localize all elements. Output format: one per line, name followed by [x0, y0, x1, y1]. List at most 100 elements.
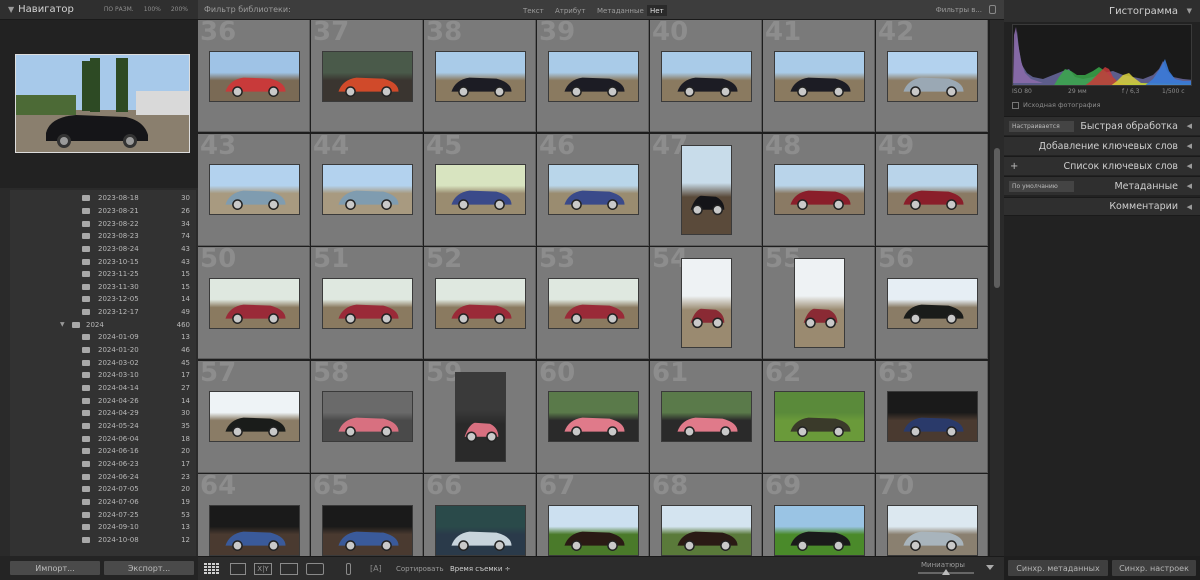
grid-cell[interactable]: 67 [537, 474, 649, 556]
comments-section[interactable]: Комментарии ◀ [1004, 197, 1200, 216]
grid-cell[interactable]: 66 [424, 474, 536, 556]
photo-thumbnail[interactable] [773, 504, 865, 556]
survey-view-icon[interactable] [280, 563, 298, 575]
lock-icon[interactable] [989, 5, 996, 14]
zoom-100-option[interactable]: 100% [144, 6, 161, 13]
expand-triangle-icon[interactable]: ◀ [1187, 162, 1192, 170]
zoom-fit-option[interactable]: ПО РАЗМ. [104, 6, 134, 13]
grid-cell[interactable]: 39 [537, 20, 649, 132]
photo-thumbnail[interactable] [547, 164, 639, 215]
photo-thumbnail[interactable] [208, 277, 300, 329]
photo-thumbnail[interactable] [208, 391, 300, 442]
grid-cell[interactable]: 44 [311, 133, 423, 246]
filter-presets-dropdown[interactable]: Фильтры в... [936, 6, 982, 14]
grid-cell[interactable]: 46 [537, 133, 649, 246]
photo-thumbnail[interactable] [434, 164, 526, 215]
toolbar-menu-chevron-icon[interactable] [986, 565, 994, 570]
grid-scrollbar[interactable] [990, 20, 1004, 556]
folder-row[interactable]: 2023-08-21 26 [10, 205, 196, 218]
folder-row[interactable]: 2024-06-04 18 [10, 432, 196, 445]
grid-cell[interactable]: 42 [876, 20, 988, 132]
folder-row[interactable]: 2023-08-18 30 [10, 192, 196, 205]
grid-cell[interactable]: 58 [311, 360, 423, 473]
photo-thumbnail[interactable] [660, 391, 752, 442]
filter-tab-none[interactable]: Нет [647, 5, 667, 16]
photo-thumbnail[interactable] [773, 391, 865, 442]
keyword-list-section[interactable]: + Список ключевых слов ◀ [1004, 156, 1200, 175]
photo-thumbnail[interactable] [660, 50, 752, 102]
grid-cell[interactable]: 45 [424, 133, 536, 246]
collapse-triangle-icon[interactable]: ▼ [1187, 7, 1192, 15]
folder-row[interactable]: 2023-08-22 34 [10, 217, 196, 230]
add-keyword-plus-icon[interactable]: + [1010, 161, 1018, 172]
grid-cell[interactable]: 61 [650, 360, 762, 473]
photo-thumbnail[interactable] [886, 277, 978, 329]
folder-row[interactable]: 2023-10-15 43 [10, 255, 196, 268]
loupe-view-icon[interactable] [230, 563, 246, 575]
folder-row[interactable]: 2023-12-17 49 [10, 306, 196, 319]
grid-cell[interactable]: 59 [424, 360, 536, 473]
photo-thumbnail[interactable] [208, 50, 300, 102]
grid-cell[interactable]: 68 [650, 474, 762, 556]
navigator-thumbnail[interactable] [15, 54, 190, 153]
scrollbar-thumb[interactable] [994, 148, 1000, 288]
photo-thumbnail[interactable] [434, 504, 526, 556]
histogram-chart[interactable] [1012, 24, 1192, 86]
photo-thumbnail[interactable] [321, 50, 413, 102]
grid-cell[interactable]: 63 [876, 360, 988, 473]
folder-row[interactable]: 2024-06-24 23 [10, 470, 196, 483]
photo-thumbnail[interactable] [547, 391, 639, 442]
export-button[interactable]: Экспорт... [104, 561, 194, 575]
grid-cell[interactable]: 50 [198, 247, 310, 359]
quick-develop-preset-dropdown[interactable]: Настраивается [1009, 121, 1074, 132]
expand-triangle-icon[interactable]: ◀ [1187, 182, 1192, 190]
grid-cell[interactable]: 36 [198, 20, 310, 132]
navigator-header[interactable]: ▼ Навигатор ПО РАЗМ. 100% 200% [0, 0, 198, 20]
grid-cell[interactable]: 60 [537, 360, 649, 473]
grid-cell[interactable]: 70 [876, 474, 988, 556]
photo-thumbnail[interactable] [321, 504, 413, 556]
photo-thumbnail[interactable] [547, 504, 639, 556]
folder-row[interactable]: 2023-08-23 74 [10, 230, 196, 243]
photo-thumbnail[interactable] [434, 50, 526, 102]
folder-row[interactable]: 2024-04-14 27 [10, 382, 196, 395]
grid-cell[interactable]: 48 [763, 133, 875, 246]
photo-thumbnail[interactable] [886, 164, 978, 215]
grid-cell[interactable]: 64 [198, 474, 310, 556]
folder-row[interactable]: 2023-11-30 15 [10, 281, 196, 294]
grid-cell[interactable]: 37 [311, 20, 423, 132]
folder-row[interactable]: 2024-05-24 35 [10, 420, 196, 433]
photo-thumbnail[interactable] [434, 277, 526, 329]
photo-thumbnail[interactable] [547, 50, 639, 102]
expand-triangle-icon[interactable]: ▼ [60, 321, 65, 328]
grid-cell[interactable]: 43 [198, 133, 310, 246]
photo-thumbnail[interactable] [208, 504, 300, 556]
grid-cell[interactable]: 55 [763, 247, 875, 359]
photo-thumbnail[interactable] [208, 164, 300, 215]
photo-thumbnail[interactable] [547, 277, 639, 329]
photo-thumbnail[interactable] [886, 504, 978, 556]
expand-triangle-icon[interactable]: ◀ [1187, 122, 1192, 130]
folder-row[interactable]: 2024-01-09 13 [10, 331, 196, 344]
folder-row[interactable]: 2024-03-02 45 [10, 356, 196, 369]
sync-metadata-button[interactable]: Синхр. метаданных [1008, 560, 1108, 576]
grid-cell[interactable]: 57 [198, 360, 310, 473]
sort-dropdown[interactable]: Время съемки ÷ [450, 565, 511, 573]
grid-cell[interactable]: 41 [763, 20, 875, 132]
sync-settings-button[interactable]: Синхр. настроек [1112, 560, 1196, 576]
grid-cell[interactable]: 52 [424, 247, 536, 359]
folder-row[interactable]: 2024-10-08 12 [10, 534, 196, 547]
photo-thumbnail[interactable] [886, 50, 978, 102]
keywording-section[interactable]: Добавление ключевых слов ◀ [1004, 136, 1200, 155]
sort-direction-icon[interactable]: ⁅A⁆ [370, 564, 382, 573]
folder-row[interactable]: 2024-07-25 53 [10, 508, 196, 521]
folder-row[interactable]: 2023-12-05 14 [10, 293, 196, 306]
folder-row[interactable]: 2023-08-24 43 [10, 243, 196, 256]
photo-thumbnail[interactable] [886, 391, 978, 442]
spray-can-icon[interactable] [346, 563, 351, 575]
import-button[interactable]: Импорт... [10, 561, 100, 575]
photo-thumbnail[interactable] [773, 164, 865, 215]
folder-row[interactable]: 2024-09-10 13 [10, 521, 196, 534]
photo-thumbnail[interactable] [321, 391, 413, 442]
original-photo-toggle[interactable]: Исходная фотография [1012, 101, 1100, 109]
